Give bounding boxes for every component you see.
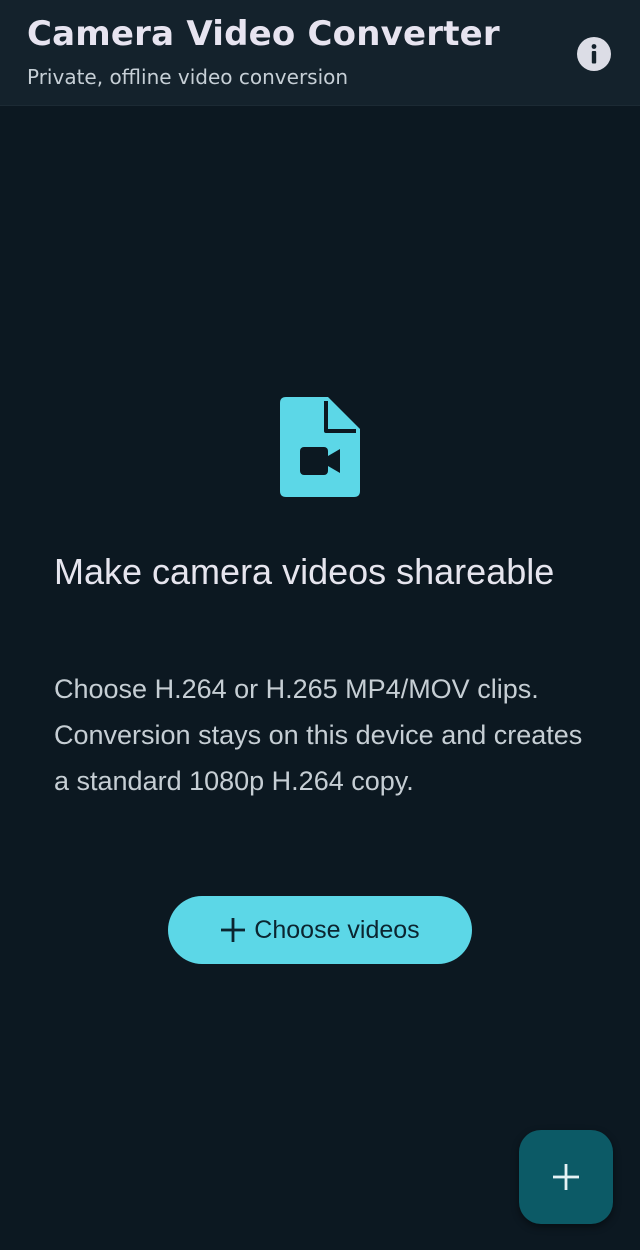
app-bar: Camera Video Converter Private, offline … [0, 0, 640, 106]
add-videos-fab[interactable] [519, 1130, 613, 1224]
app-title: Camera Video Converter [27, 14, 500, 54]
choose-videos-label: Choose videos [254, 915, 420, 944]
empty-state-heading: Make camera videos shareable [54, 551, 555, 592]
app-subtitle: Private, offline video conversion [27, 65, 349, 89]
info-icon [577, 37, 611, 71]
plus-icon [221, 918, 246, 942]
choose-videos-button[interactable]: Choose videos [168, 896, 472, 964]
plus-icon [553, 1164, 579, 1190]
video-file-icon [280, 397, 360, 497]
app-screen: Camera Video Converter Private, offline … [0, 0, 640, 1250]
info-button[interactable] [572, 32, 616, 76]
empty-state-description: Choose H.264 or H.265 MP4/MOV clips. Con… [54, 674, 583, 796]
